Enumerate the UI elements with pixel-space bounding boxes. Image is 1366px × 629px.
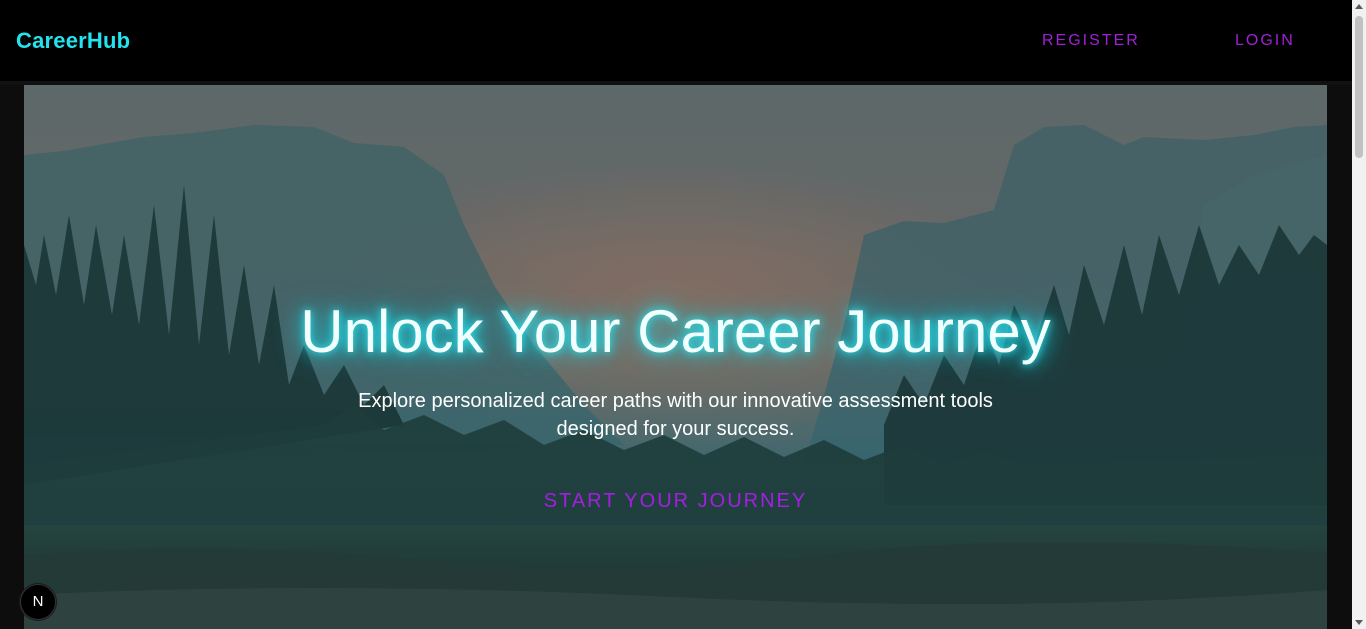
hero-content: Unlock Your Career Journey Explore perso… bbox=[24, 85, 1327, 629]
nextjs-dev-indicator-icon[interactable]: N bbox=[20, 584, 56, 620]
hero-subtitle: Explore personalized career paths with o… bbox=[358, 390, 993, 440]
login-link[interactable]: LOGIN bbox=[1235, 32, 1295, 50]
navbar: CareerHub REGISTER LOGIN bbox=[0, 0, 1352, 81]
scrollbar-thumb[interactable] bbox=[1355, 16, 1363, 158]
scroll-down-arrow-icon[interactable] bbox=[1355, 620, 1363, 625]
start-journey-button[interactable]: START YOUR JOURNEY bbox=[524, 490, 827, 513]
scroll-up-arrow-icon[interactable] bbox=[1355, 4, 1363, 9]
hero-section: Unlock Your Career Journey Explore perso… bbox=[24, 85, 1327, 629]
vertical-scrollbar[interactable] bbox=[1352, 0, 1366, 629]
hero-title: Unlock Your Career Journey bbox=[300, 298, 1051, 365]
register-link[interactable]: REGISTER bbox=[1042, 32, 1140, 50]
brand-logo[interactable]: CareerHub bbox=[16, 28, 130, 54]
